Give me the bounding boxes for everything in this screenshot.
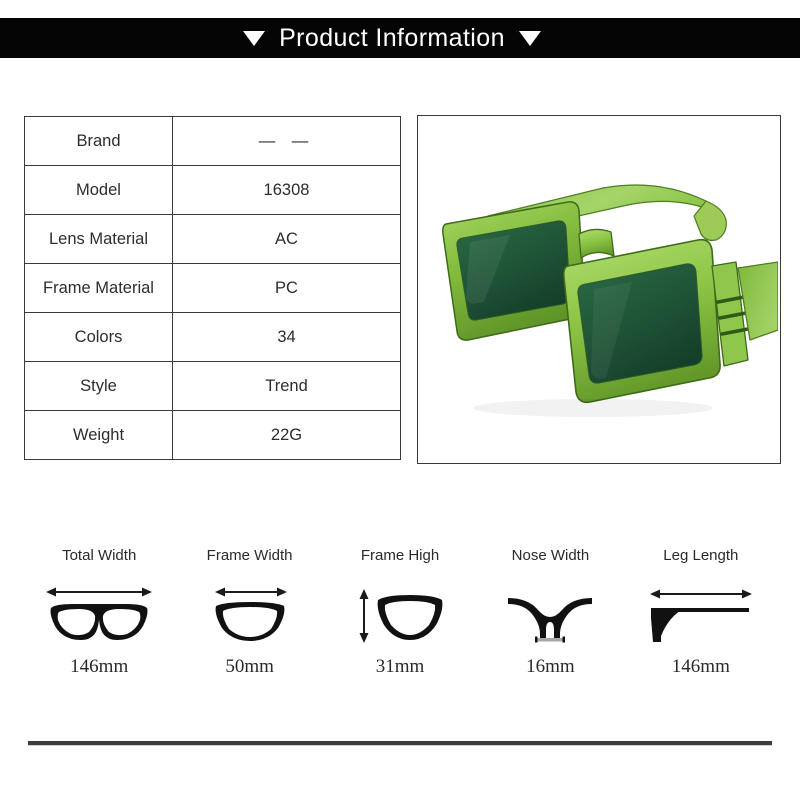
product-image-panel — [417, 115, 781, 464]
measurement-value: 146mm — [70, 656, 129, 677]
table-row: Frame Material PC — [24, 263, 401, 313]
measurement-frame-width: Frame Width 50mm — [174, 548, 324, 676]
spec-key-style: Style — [24, 361, 173, 411]
measurements-row: Total Width 146mm Frame Width 50mm Frame… — [24, 548, 776, 676]
spec-key-frame-material: Frame Material — [24, 263, 173, 313]
measurement-label: Leg Length — [663, 547, 739, 564]
spec-value-brand: — — — [172, 116, 401, 166]
spec-key-lens-material: Lens Material — [24, 214, 173, 264]
measurement-label: Frame Width — [206, 547, 293, 564]
glasses-front-icon — [43, 579, 155, 651]
spec-value-model: 16308 — [172, 165, 401, 215]
lens-outline-icon-height — [350, 579, 450, 651]
spec-key-weight: Weight — [24, 410, 173, 460]
page-title: Product Information — [279, 23, 505, 52]
spec-key-brand: Brand — [24, 116, 173, 166]
measurement-label: Total Width — [62, 547, 137, 564]
product-spec-table: Brand — — Model 16308 Lens Material AC F… — [24, 116, 401, 460]
spec-value-style: Trend — [172, 361, 401, 411]
nose-bridge-icon — [498, 579, 602, 651]
measurement-label: Frame High — [360, 547, 440, 564]
spec-key-model: Model — [24, 165, 173, 215]
measurement-label: Nose Width — [511, 547, 590, 564]
measurement-leg-length: Leg Length 146mm — [626, 548, 776, 676]
bottom-divider — [28, 741, 772, 746]
temple-arm-icon — [645, 579, 757, 651]
measurement-nose-width: Nose Width 16mm — [475, 548, 625, 676]
triangle-down-icon-right — [518, 30, 541, 46]
spec-value-weight: 22G — [172, 410, 401, 460]
table-row: Lens Material AC — [24, 214, 401, 264]
spec-key-colors: Colors — [24, 312, 173, 362]
table-row: Style Trend — [24, 361, 401, 411]
measurement-frame-high: Frame High 31mm — [325, 548, 475, 676]
measurement-value: 50mm — [225, 656, 274, 677]
measurement-total-width: Total Width 146mm — [24, 548, 174, 676]
triangle-down-icon-left — [243, 30, 266, 46]
spec-value-frame-material: PC — [172, 263, 401, 313]
lens-outline-icon-width — [200, 579, 300, 651]
table-row: Weight 22G — [24, 410, 401, 460]
measurement-value: 16mm — [526, 656, 575, 677]
page-header-bar: Product Information — [0, 18, 800, 58]
spec-value-colors: 34 — [172, 312, 401, 362]
page-header-content: Product Information — [243, 23, 541, 52]
table-row: Colors 34 — [24, 312, 401, 362]
table-row: Brand — — — [24, 116, 401, 166]
table-row: Model 16308 — [24, 165, 401, 215]
product-photo-sunglasses — [418, 116, 778, 461]
measurement-value: 146mm — [671, 656, 730, 677]
spec-value-brand-text: — — — [258, 131, 315, 150]
spec-value-lens-material: AC — [172, 214, 401, 264]
measurement-value: 31mm — [375, 656, 425, 677]
spec-table-body: Brand — — Model 16308 Lens Material AC F… — [24, 116, 401, 460]
